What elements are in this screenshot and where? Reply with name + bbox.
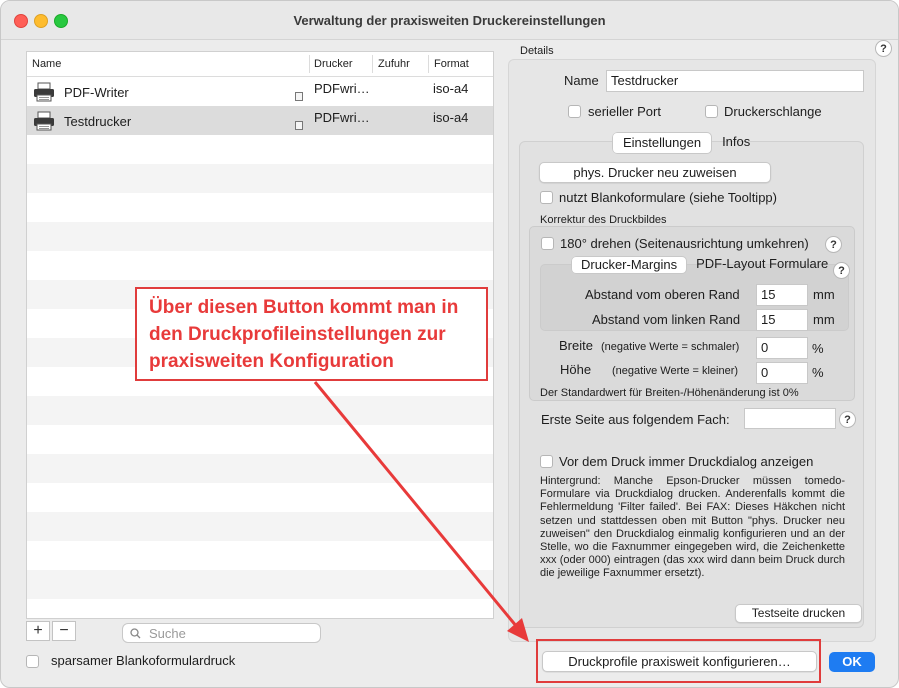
annotation-arrow [313,381,529,642]
dialog-window: Verwaltung der praxisweiten Druckereinst… [0,0,899,688]
